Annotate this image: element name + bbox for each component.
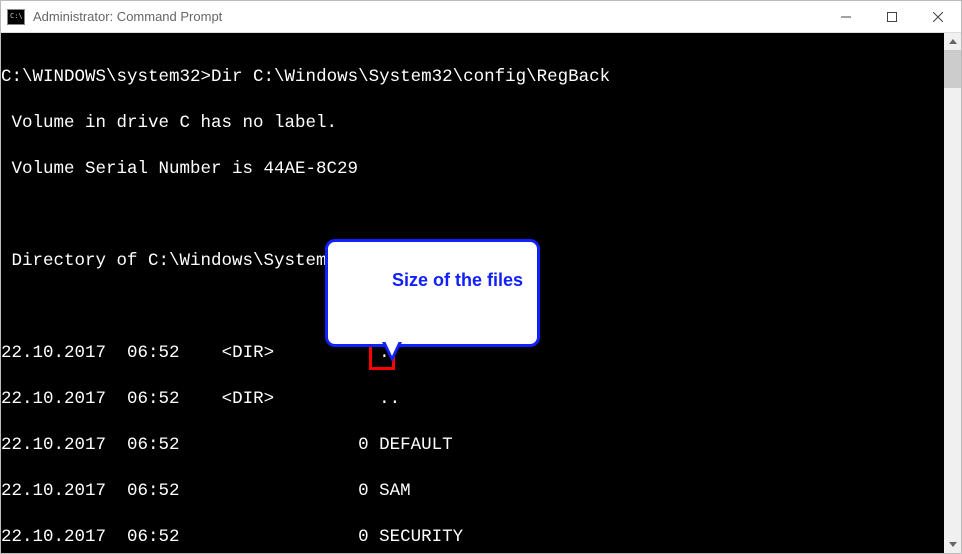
dir-entry: 22.10.2017 06:52 0 SECURITY [1, 526, 944, 549]
window-title: Administrator: Command Prompt [33, 9, 823, 24]
command-text: Dir C:\Windows\System32\config\RegBack [211, 67, 610, 87]
dir-entry: 22.10.2017 06:52 0 SAM [1, 480, 944, 503]
callout-text: Size of the files [392, 270, 523, 290]
prompt-path: C:\WINDOWS\system32> [1, 67, 211, 87]
scroll-thumb[interactable] [944, 50, 961, 88]
command-prompt-window: C:\ Administrator: Command Prompt C:\WIN… [0, 0, 962, 554]
volume-serial-line: Volume Serial Number is 44AE-8C29 [1, 158, 944, 181]
client-area: C:\WINDOWS\system32>Dir C:\Windows\Syste… [1, 33, 961, 553]
dir-entry: 22.10.2017 06:52 0 DEFAULT [1, 434, 944, 457]
volume-label-line: Volume in drive C has no label. [1, 112, 944, 135]
scroll-up-arrow[interactable] [944, 33, 961, 50]
maximize-button[interactable] [869, 1, 915, 32]
minimize-button[interactable] [823, 1, 869, 32]
window-controls [823, 1, 961, 32]
terminal-output[interactable]: C:\WINDOWS\system32>Dir C:\Windows\Syste… [1, 33, 944, 553]
close-button[interactable] [915, 1, 961, 32]
titlebar[interactable]: C:\ Administrator: Command Prompt [1, 1, 961, 33]
scroll-down-arrow[interactable] [944, 536, 961, 553]
cmd-icon: C:\ [7, 9, 25, 25]
vertical-scrollbar[interactable] [944, 33, 961, 553]
callout-annotation: Size of the files [325, 193, 540, 393]
